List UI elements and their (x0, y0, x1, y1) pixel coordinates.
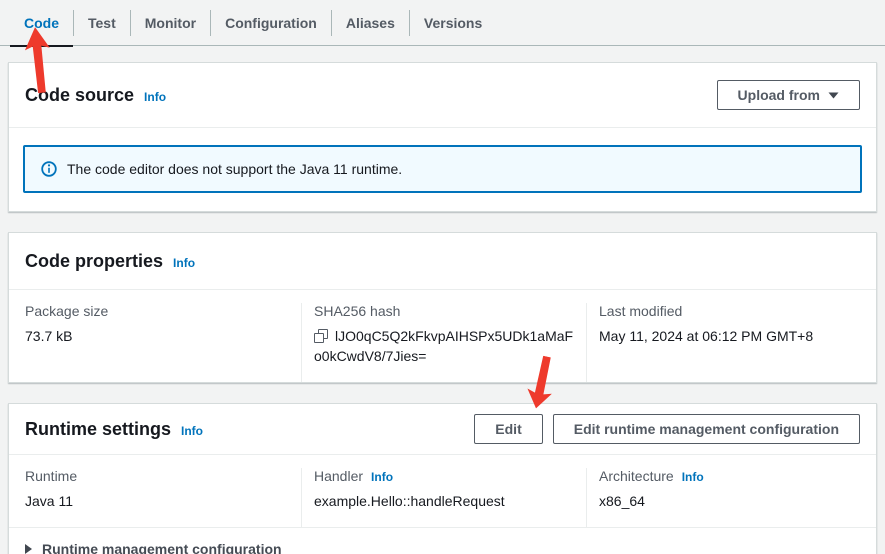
runtime-management-expander[interactable]: Runtime management configuration (9, 528, 876, 554)
info-circle-icon (41, 161, 57, 177)
package-size-field: Package size 73.7 kB (9, 303, 301, 382)
runtime-settings-card: Runtime settings Info Edit Edit runtime … (8, 403, 877, 554)
sha256-hash-label: SHA256 hash (314, 303, 574, 319)
banner-message: The code editor does not support the Jav… (67, 161, 402, 177)
code-properties-title: Code properties (25, 251, 163, 272)
tab-test-label: Test (88, 15, 116, 31)
sha256-hash-value-wrap: lJO0qC5Q2kFkvpAIHSPx5UDk1aMaFo0kCwdV8/7J… (314, 326, 574, 366)
runtime-settings-title: Runtime settings (25, 419, 171, 440)
code-source-card: Code source Info Upload from The code ed… (8, 62, 877, 212)
upload-from-button[interactable]: Upload from (717, 80, 860, 110)
java-runtime-info-banner: The code editor does not support the Jav… (23, 145, 862, 193)
code-properties-info-link[interactable]: Info (173, 256, 195, 270)
edit-button-label: Edit (495, 421, 521, 437)
code-source-body: The code editor does not support the Jav… (9, 128, 876, 211)
runtime-value: Java 11 (25, 491, 289, 511)
runtime-settings-fields: Runtime Java 11 Handler Info example.Hel… (9, 455, 876, 527)
architecture-field: Architecture Info x86_64 (586, 468, 876, 527)
code-source-title: Code source (25, 85, 134, 106)
handler-field: Handler Info example.Hello::handleReques… (301, 468, 586, 527)
handler-label: Handler (314, 468, 363, 484)
sha256-hash-field: SHA256 hash lJO0qC5Q2kFkvpAIHSPx5UDk1aMa… (301, 303, 586, 382)
copy-icon[interactable] (314, 329, 329, 343)
upload-from-label: Upload from (738, 87, 820, 103)
tab-test[interactable]: Test (74, 0, 130, 46)
tab-versions[interactable]: Versions (410, 0, 496, 46)
code-source-header: Code source Info Upload from (9, 63, 876, 127)
edit-runtime-management-label: Edit runtime management configuration (574, 421, 839, 437)
tab-configuration-label: Configuration (225, 15, 317, 31)
code-source-info-link[interactable]: Info (144, 90, 166, 104)
function-tabbar: Code Test Monitor Configuration Aliases … (0, 0, 885, 46)
code-properties-header: Code properties Info (9, 233, 876, 289)
package-size-value: 73.7 kB (25, 326, 289, 346)
runtime-settings-info-link[interactable]: Info (181, 424, 203, 438)
tab-aliases[interactable]: Aliases (332, 0, 409, 46)
tab-monitor-label: Monitor (145, 15, 196, 31)
expander-label: Runtime management configuration (42, 541, 282, 554)
runtime-label: Runtime (25, 468, 289, 484)
tab-configuration[interactable]: Configuration (211, 0, 331, 46)
handler-info-link[interactable]: Info (371, 470, 393, 484)
handler-value: example.Hello::handleRequest (314, 491, 574, 511)
tab-code-label: Code (24, 15, 59, 31)
edit-button[interactable]: Edit (474, 414, 542, 444)
code-properties-fields: Package size 73.7 kB SHA256 hash lJO0qC5… (9, 290, 876, 382)
runtime-settings-header: Runtime settings Info Edit Edit runtime … (9, 404, 876, 454)
tab-code[interactable]: Code (10, 0, 73, 46)
expander-caret-icon (25, 544, 32, 554)
sha256-hash-value: lJO0qC5Q2kFkvpAIHSPx5UDk1aMaFo0kCwdV8/7J… (314, 328, 573, 364)
tab-versions-label: Versions (424, 15, 482, 31)
package-size-label: Package size (25, 303, 289, 319)
architecture-label: Architecture (599, 468, 674, 484)
tab-aliases-label: Aliases (346, 15, 395, 31)
tab-monitor[interactable]: Monitor (131, 0, 210, 46)
code-properties-card: Code properties Info Package size 73.7 k… (8, 232, 877, 383)
caret-down-icon (828, 92, 839, 99)
last-modified-field: Last modified May 11, 2024 at 06:12 PM G… (586, 303, 876, 382)
architecture-info-link[interactable]: Info (682, 470, 704, 484)
architecture-value: x86_64 (599, 491, 864, 511)
runtime-field: Runtime Java 11 (9, 468, 301, 527)
last-modified-value: May 11, 2024 at 06:12 PM GMT+8 (599, 326, 864, 346)
last-modified-label: Last modified (599, 303, 864, 319)
edit-runtime-management-button[interactable]: Edit runtime management configuration (553, 414, 860, 444)
